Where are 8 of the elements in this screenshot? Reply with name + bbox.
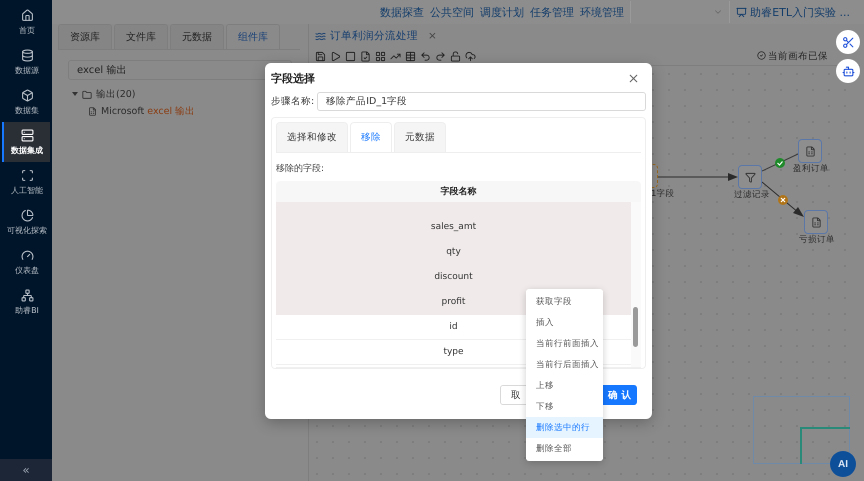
step-label: 步骤名称: (271, 95, 314, 108)
node-label: 亏损订单 (799, 234, 835, 246)
save-status: 当前画布已保 (757, 50, 828, 63)
node-label: 1字段 (651, 188, 674, 200)
column-header: 字段名称 (276, 181, 641, 202)
node-label: 过滤记录 (734, 189, 770, 201)
node-label: 盈利订单 (793, 163, 829, 175)
fields-label: 移除的字段: (276, 162, 326, 175)
